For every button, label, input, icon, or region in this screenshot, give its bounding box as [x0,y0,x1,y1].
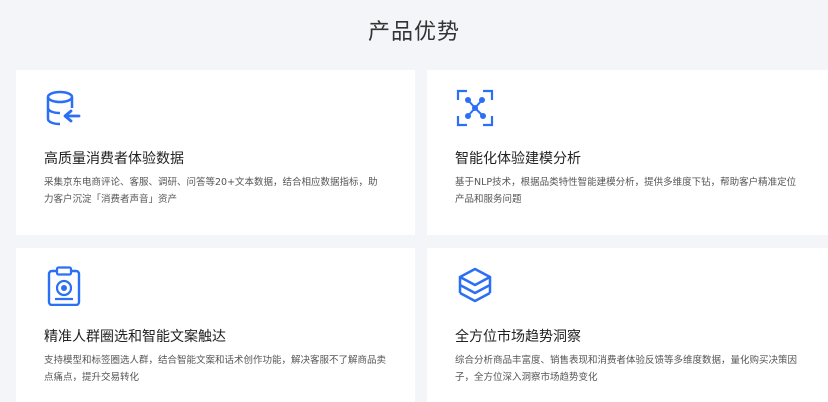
advantage-card-data: 高质量消费者体验数据 采集京东电商评论、客服、调研、问答等20+文本数据，结合相… [16,70,415,235]
advantage-card-market: 全方位市场趋势洞察 综合分析商品丰富度、销售表现和消费者体验反馈等多维度数据，量… [427,248,828,402]
clipboard-target-icon [44,266,84,307]
card-title: 精准人群圈选和智能文案触达 [44,329,226,345]
card-description: 支持模型和标签圈选人群，结合智能文案和话术创作功能，解决客服不了解商品卖点痛点，… [44,355,387,383]
network-graph-icon [455,88,495,128]
card-description: 基于NLP技术，根据品类特性智能建模分析，提供多维度下钻，帮助客户精准定位产品和… [455,177,797,205]
advantage-card-targeting: 精准人群圈选和智能文案触达 支持模型和标签圈选人群，结合智能文案和话术创作功能，… [16,248,415,402]
card-description: 采集京东电商评论、客服、调研、问答等20+文本数据，结合相应数据指标，助力客户沉… [44,177,378,205]
card-title: 全方位市场趋势洞察 [455,329,581,345]
card-title: 智能化体验建模分析 [455,151,581,167]
layered-cube-icon [455,266,495,306]
section-title: 产品优势 [367,20,460,45]
database-import-icon [44,88,84,128]
advantage-card-modeling: 智能化体验建模分析 基于NLP技术，根据品类特性智能建模分析，提供多维度下钻，帮… [427,70,828,235]
card-description: 综合分析商品丰富度、销售表现和消费者体验反馈等多维度数据，量化购买决策因子，全方… [455,355,798,383]
card-title: 高质量消费者体验数据 [44,151,184,167]
